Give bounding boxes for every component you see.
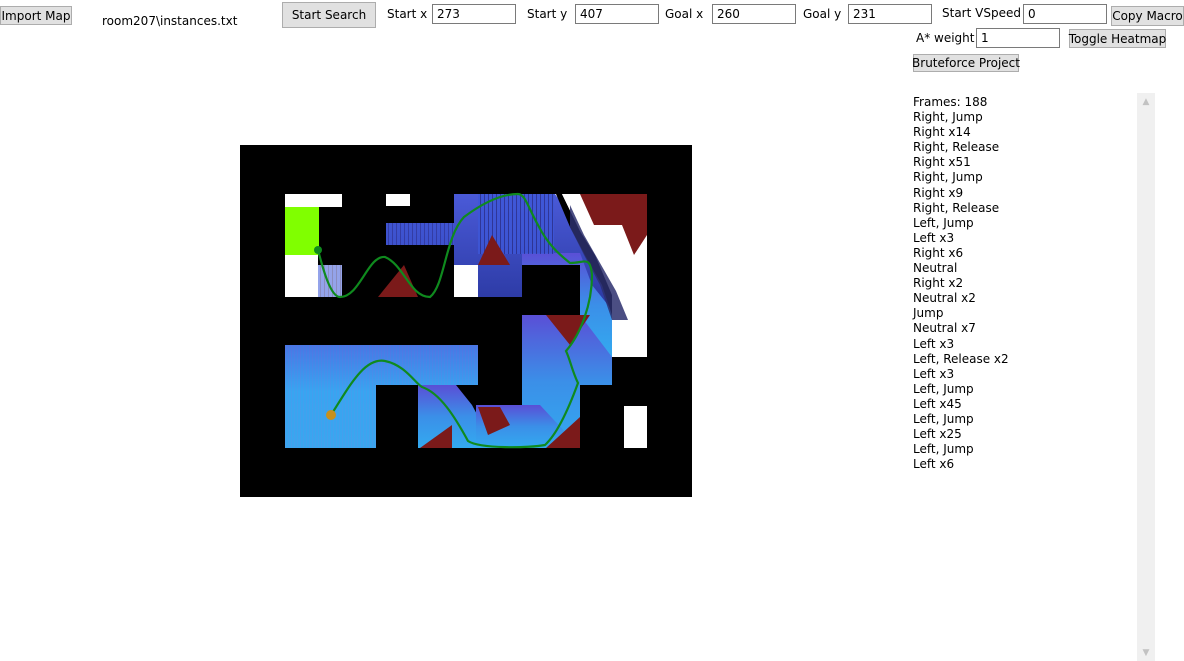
log-line: Left, Jump [913, 381, 974, 396]
start-marker [326, 410, 336, 420]
chevron-up-icon[interactable]: ▲ [1137, 93, 1155, 110]
log-line: Neutral [913, 261, 958, 276]
log-line: Right x2 [913, 276, 964, 291]
log-scrollbar[interactable]: ▲ ▼ [1137, 93, 1155, 661]
log-line: Left x3 [913, 230, 955, 245]
log-line: Left, Release x2 [913, 351, 1009, 366]
start-search-button[interactable]: Start Search [282, 2, 376, 28]
log-line: Neutral x2 [913, 291, 976, 306]
log-line: Right x51 [913, 155, 971, 170]
start-vspeed-input[interactable] [1023, 4, 1107, 24]
end-marker [314, 246, 322, 254]
chevron-down-icon[interactable]: ▼ [1137, 644, 1155, 661]
log-line: Right x9 [913, 185, 964, 200]
copy-macro-button[interactable]: Copy Macro [1111, 6, 1184, 26]
macro-log-list: Frames: 188 Right, Jump Right x14 Right, Re… [913, 95, 1133, 472]
log-line: Left x6 [913, 457, 955, 472]
start-y-input[interactable] [575, 4, 659, 24]
log-line: Left x3 [913, 366, 955, 381]
start-y-label: Start y [527, 7, 568, 21]
map-canvas[interactable] [240, 145, 692, 497]
goal-x-input[interactable] [712, 4, 796, 24]
start-x-label: Start x [387, 7, 428, 21]
start-vspeed-label: Start VSpeed [942, 6, 1021, 20]
log-line: Right, Release [913, 140, 1000, 155]
log-line: Frames: 188 [913, 95, 988, 109]
log-line: Left, Jump [913, 442, 974, 457]
toggle-heatmap-button[interactable]: Toggle Heatmap [1069, 29, 1166, 48]
log-line: Left, Jump [913, 411, 974, 426]
goal-x-label: Goal x [665, 7, 704, 21]
import-map-button[interactable]: Import Map [0, 6, 72, 25]
log-line: Right, Jump [913, 110, 983, 125]
log-line: Right, Release [913, 200, 1000, 215]
log-line: Neutral x7 [913, 321, 976, 336]
goal-region [285, 207, 319, 255]
astar-weight-label: A* weight [916, 31, 975, 45]
goal-y-label: Goal y [803, 7, 842, 21]
goal-y-input[interactable] [848, 4, 932, 24]
log-line: Left x45 [913, 396, 962, 411]
log-line: Left, Jump [913, 215, 974, 230]
log-line: Right x14 [913, 125, 971, 140]
log-line: Right, Jump [913, 170, 983, 185]
bruteforce-project-button[interactable]: Bruteforce Project [912, 54, 1020, 72]
log-line: Right x6 [913, 245, 964, 260]
log-line: Jump [913, 306, 944, 321]
file-path-label: room207\instances.txt [102, 14, 238, 28]
log-line: Left x3 [913, 336, 955, 351]
astar-weight-input[interactable] [976, 28, 1060, 48]
start-x-input[interactable] [432, 4, 516, 24]
log-line: Left x25 [913, 427, 962, 442]
